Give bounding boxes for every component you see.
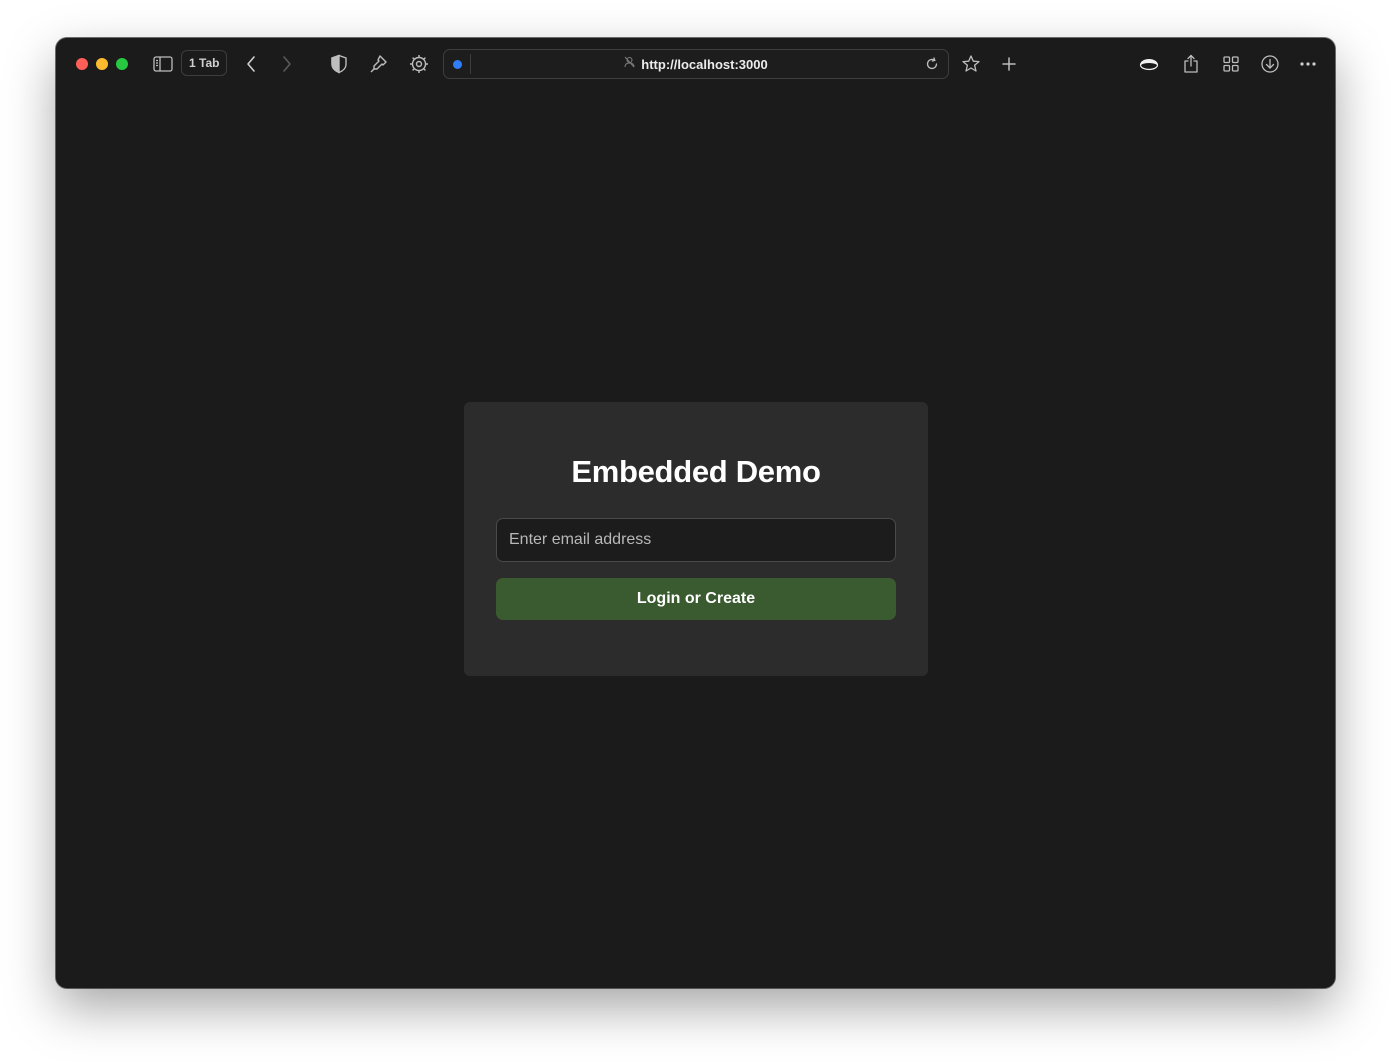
tab-count-button[interactable]: 1 Tab — [181, 50, 228, 76]
more-icon[interactable] — [1296, 52, 1320, 76]
privacy-icon — [624, 55, 635, 73]
share-icon[interactable] — [1179, 52, 1203, 76]
address-center: http://localhost:3000 — [444, 50, 948, 78]
bookmark-star-icon[interactable] — [959, 52, 983, 76]
forward-icon[interactable] — [275, 52, 299, 76]
page-title: Embedded Demo — [571, 454, 821, 489]
minimize-window-button[interactable] — [96, 58, 108, 70]
sidebar-icon[interactable] — [151, 52, 175, 76]
browser-toolbar: 1 Tab http://localhost:3000 — [56, 38, 1335, 90]
extension-icon[interactable] — [367, 52, 391, 76]
browser-window: 1 Tab http://localhost:3000 Embedded Dem… — [56, 38, 1335, 988]
profile-icon[interactable] — [1137, 52, 1161, 76]
shield-icon[interactable] — [327, 52, 351, 76]
page-content: Embedded Demo Login or Create — [56, 90, 1335, 988]
reload-icon[interactable] — [922, 54, 942, 74]
maximize-window-button[interactable] — [116, 58, 128, 70]
new-tab-icon[interactable] — [997, 52, 1021, 76]
close-window-button[interactable] — [76, 58, 88, 70]
downloads-icon[interactable] — [1258, 52, 1282, 76]
address-bar[interactable]: http://localhost:3000 — [443, 49, 949, 79]
login-card: Embedded Demo Login or Create — [464, 402, 928, 676]
settings-icon[interactable] — [407, 52, 431, 76]
email-field[interactable] — [496, 518, 896, 562]
back-icon[interactable] — [239, 52, 263, 76]
address-url: http://localhost:3000 — [641, 56, 768, 72]
tab-overview-icon[interactable] — [1219, 52, 1243, 76]
login-or-create-button[interactable]: Login or Create — [496, 578, 896, 620]
